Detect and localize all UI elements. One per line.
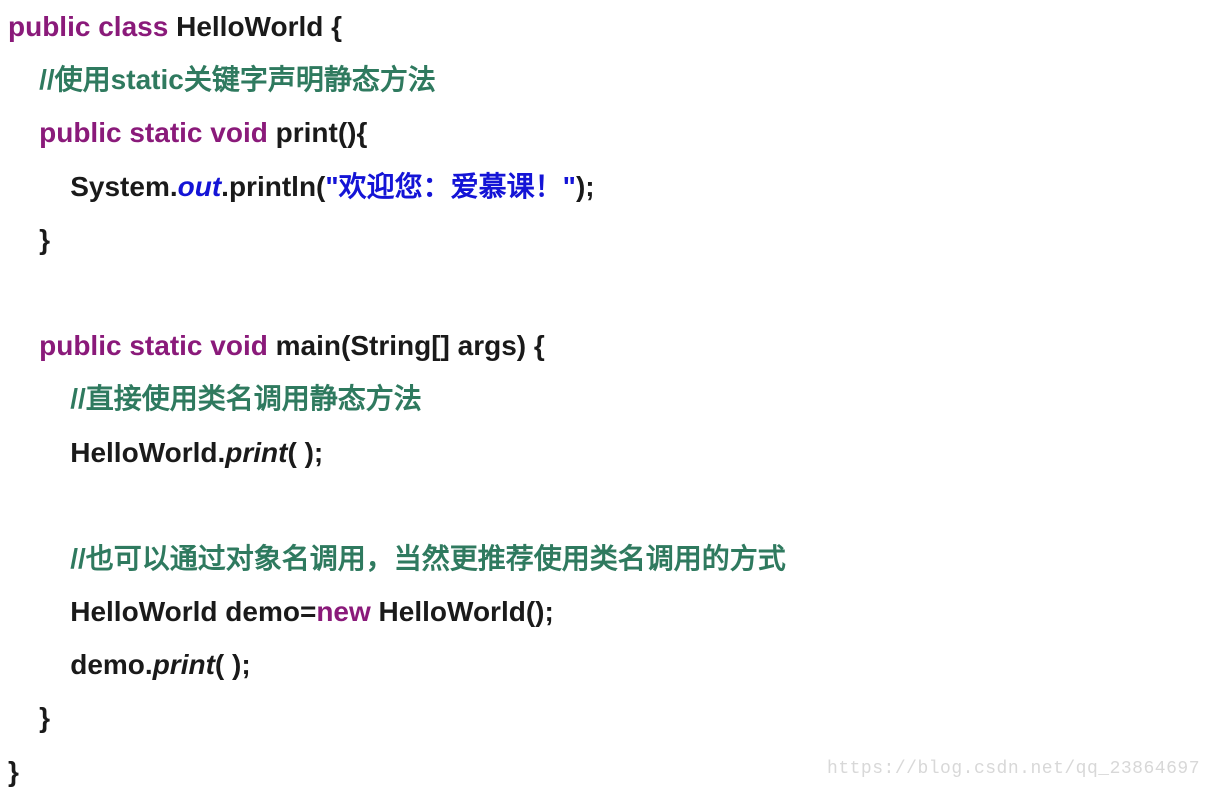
method-params: (String[] args) { — [341, 330, 545, 361]
brace: { — [323, 11, 342, 42]
call-tail: ( ); — [288, 437, 324, 468]
keyword-class: class — [98, 11, 168, 42]
qualified-name: HelloWorld. — [70, 437, 225, 468]
method-name: print — [268, 117, 338, 148]
brace: } — [39, 224, 50, 255]
method-tail: (){ — [338, 117, 368, 148]
ctor-call: HelloWorld(); — [371, 596, 554, 627]
call-tail: ); — [576, 171, 595, 202]
keyword-void: void — [210, 117, 268, 148]
keyword-public: public — [8, 11, 90, 42]
watermark-text: https://blog.csdn.net/qq_23864697 — [827, 752, 1200, 786]
qualified-name: System. — [70, 171, 177, 202]
brace: } — [8, 756, 19, 787]
keyword-public: public — [39, 117, 121, 148]
keyword-public: public — [39, 330, 121, 361]
keyword-static: static — [129, 330, 202, 361]
static-field-out: out — [178, 171, 222, 202]
method-name: main — [268, 330, 341, 361]
static-call: print — [225, 437, 287, 468]
code-block: public class HelloWorld { //使用static关键字声… — [0, 0, 1212, 798]
qualified-name: demo. — [70, 649, 152, 680]
comment-line: //直接使用类名调用静态方法 — [70, 383, 422, 414]
keyword-static: static — [129, 117, 202, 148]
var-decl: HelloWorld demo= — [70, 596, 316, 627]
brace: } — [39, 702, 50, 733]
class-name: HelloWorld — [176, 11, 323, 42]
static-call: print — [153, 649, 215, 680]
call-tail: ( ); — [215, 649, 251, 680]
comment-line: //使用static关键字声明静态方法 — [39, 64, 436, 95]
method-call: .println( — [221, 171, 325, 202]
keyword-new: new — [316, 596, 370, 627]
keyword-void: void — [210, 330, 268, 361]
string-literal: "欢迎您：爱慕课！" — [325, 171, 576, 202]
comment-line: //也可以通过对象名调用，当然更推荐使用类名调用的方式 — [70, 543, 786, 574]
